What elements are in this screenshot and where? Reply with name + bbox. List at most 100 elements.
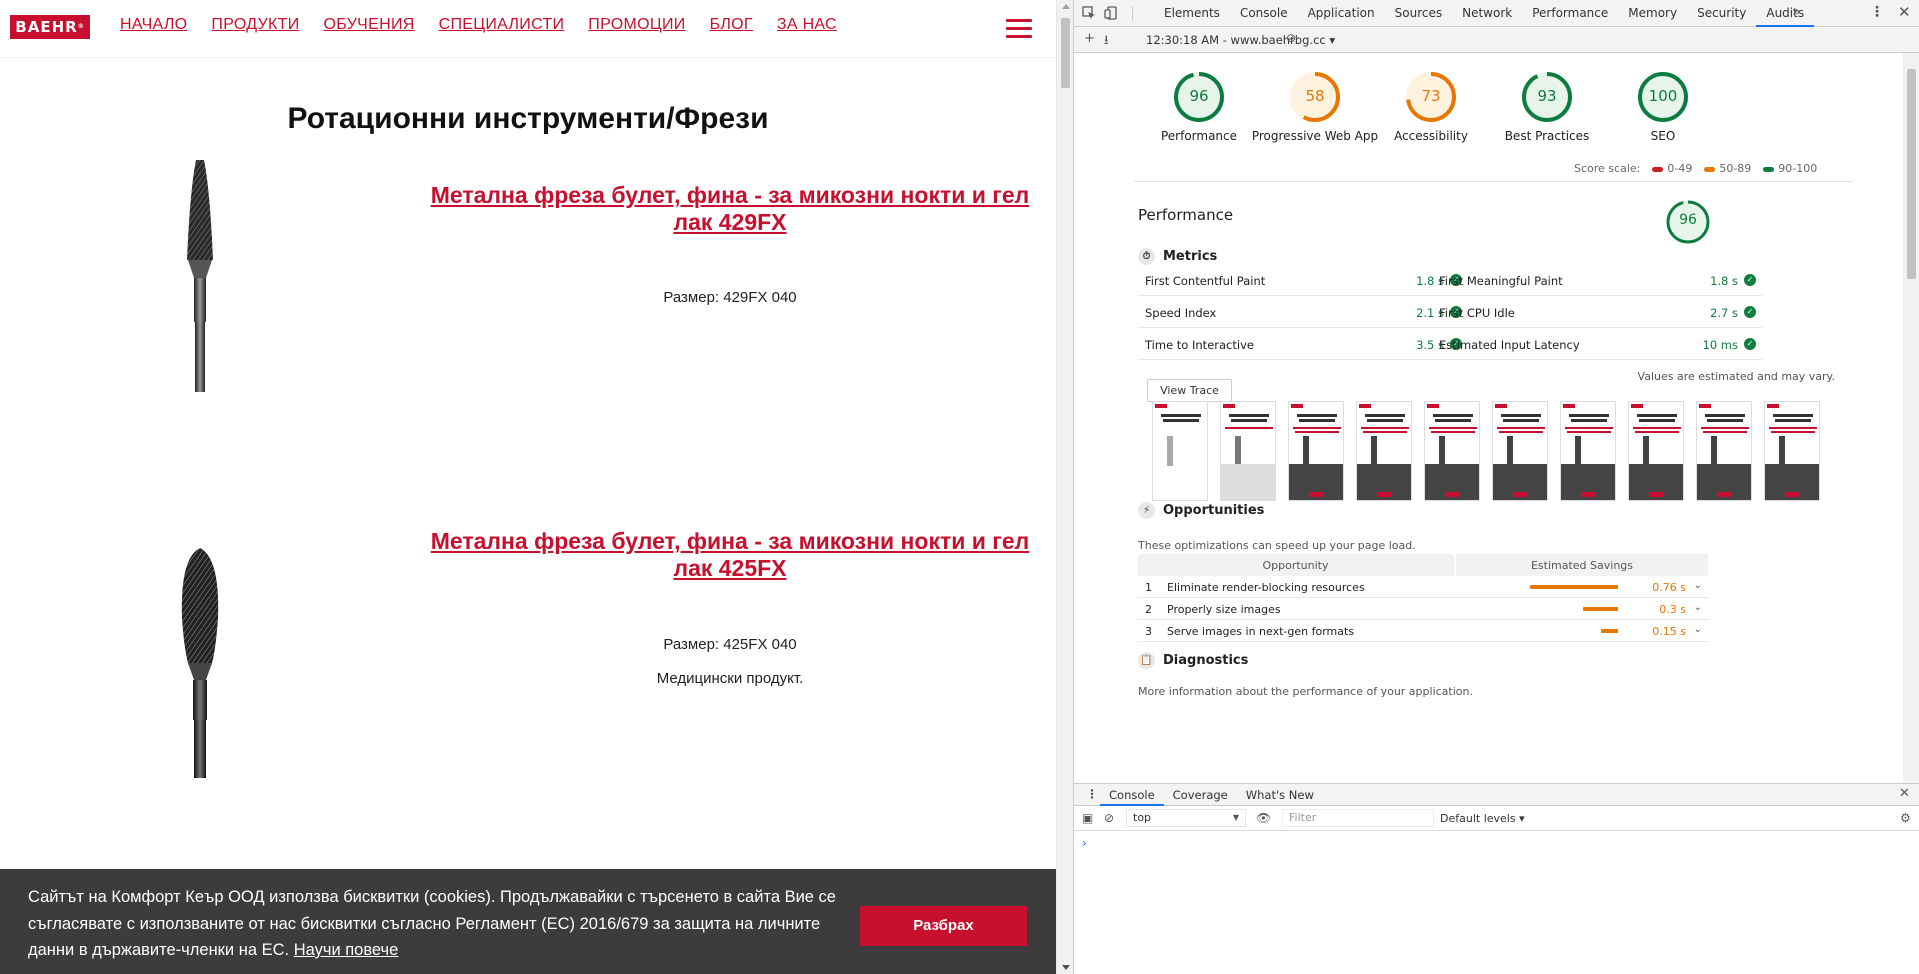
metric-tti: Time to Interactive 3.5 s ✓ [1138, 328, 1468, 360]
console-prompt[interactable]: › [1082, 836, 1087, 850]
product-link[interactable]: Метална фреза булет, фина - за микозни н… [410, 528, 1050, 582]
website-scrollbar[interactable] [1056, 0, 1073, 974]
tab-application[interactable]: Application [1298, 0, 1385, 27]
tab-performance[interactable]: Performance [1522, 0, 1618, 27]
devtools-panel: Elements Console Application Sources Net… [1073, 0, 1919, 974]
clear-audits-icon[interactable]: ⊘ [1286, 31, 1296, 45]
estimated-note: Values are estimated and may vary. [1637, 370, 1835, 383]
filmstrip-frame [1424, 401, 1480, 501]
filmstrip-frame [1696, 401, 1752, 501]
console-filter-input[interactable]: Filter [1282, 809, 1434, 827]
console-drawer: ⋮ Console Coverage What's New ✕ ▣ ⊘ top ▼… [1074, 783, 1919, 974]
view-trace-button[interactable]: View Trace [1147, 379, 1232, 402]
log-levels-dropdown[interactable]: Default levels ▾ [1440, 812, 1525, 825]
product-size: Размер: 429FX 040 [663, 289, 797, 306]
opportunity-row[interactable]: 3 Serve images in next-gen formats 0.15 … [1138, 620, 1708, 642]
metric-fmp: First Meaningful Paint 1.8 s ✓ [1432, 264, 1762, 296]
scale-range-red: 0-49 [1652, 162, 1692, 175]
filmstrip-frame [1152, 401, 1208, 501]
drawer-menu-icon[interactable]: ⋮ [1086, 787, 1098, 801]
device-toolbar-icon[interactable] [1104, 6, 1120, 20]
drawer-tab-whats-new[interactable]: What's New [1237, 784, 1323, 806]
tab-security[interactable]: Security [1687, 0, 1756, 27]
tab-sources[interactable]: Sources [1385, 0, 1452, 27]
more-tabs-icon[interactable]: » [1792, 4, 1801, 20]
pass-check-icon: ✓ [1744, 338, 1756, 350]
eye-icon[interactable]: 👁 [1256, 811, 1271, 825]
scrollbar-thumb[interactable] [1061, 18, 1070, 88]
context-selector[interactable]: top ▼ [1126, 809, 1246, 827]
new-audit-icon[interactable]: + [1084, 31, 1095, 46]
close-devtools-icon[interactable]: ✕ [1898, 3, 1911, 21]
bur-425fx-image[interactable] [170, 548, 230, 778]
clipboard-icon: 📋 [1138, 652, 1155, 669]
opportunities-table-header: Opportunity Estimated Savings [1138, 554, 1708, 576]
nav-home[interactable]: НАЧАЛО [120, 16, 187, 34]
nav-trainings[interactable]: ОБУЧЕНИЯ [324, 16, 415, 34]
opportunity-row[interactable]: 1 Eliminate render-blocking resources 0.… [1138, 576, 1708, 598]
tab-elements[interactable]: Elements [1154, 0, 1230, 27]
download-report-icon[interactable]: ⭳ [1104, 31, 1109, 53]
product-link[interactable]: Метална фреза булет, фина - за микозни н… [410, 182, 1050, 236]
filmstrip [1152, 401, 1820, 501]
gauge-performance[interactable]: 96 Performance [1134, 71, 1264, 143]
drawer-tab-coverage[interactable]: Coverage [1164, 784, 1237, 806]
bur-429fx-image[interactable] [170, 160, 230, 392]
audit-scrollbar[interactable] [1903, 53, 1919, 783]
score-scale-label: Score scale: [1574, 162, 1641, 175]
tab-memory[interactable]: Memory [1618, 0, 1687, 27]
gauge-label: Performance [1160, 129, 1238, 143]
pass-check-icon: ✓ [1744, 274, 1756, 286]
devtools-tabbar: Elements Console Application Sources Net… [1074, 0, 1919, 27]
gauge-label: SEO [1650, 129, 1676, 143]
scroll-up-icon[interactable] [1062, 4, 1070, 9]
product-medical-note: Медицински продукт. [656, 670, 804, 687]
tab-audits[interactable]: Audits [1756, 0, 1815, 27]
clear-console-icon[interactable]: ⊘ [1104, 811, 1114, 825]
baehr-logo[interactable]: BAEHR® [10, 15, 90, 39]
nav-products[interactable]: ПРОДУКТИ [211, 16, 299, 34]
nav-blog[interactable]: БЛОГ [710, 16, 753, 34]
close-drawer-icon[interactable]: ✕ [1899, 786, 1910, 801]
devtools-menu-icon[interactable]: ⋮ [1870, 4, 1884, 20]
hamburger-menu-icon[interactable] [1006, 19, 1032, 39]
cookie-accept-button[interactable]: Разбрах [860, 906, 1027, 946]
chevron-down-icon: ⌄ [1693, 624, 1702, 635]
gauge-pwa[interactable]: 58 Progressive Web App [1250, 71, 1380, 143]
stopwatch-icon: ⏱ [1138, 248, 1155, 265]
page-title: Ротационни инструменти/Фрези [287, 102, 769, 135]
gauge-seo[interactable]: 100 SEO [1598, 71, 1728, 143]
opportunity-row[interactable]: 2 Properly size images 0.3 s ⌄ [1138, 598, 1708, 620]
audits-toolbar: + ⭳ 12:30:18 AM - www.baehrbg.cc ▾ ⊘ [1074, 27, 1919, 53]
nav-about[interactable]: ЗА НАС [777, 16, 837, 34]
audit-report-selector[interactable]: 12:30:18 AM - www.baehrbg.cc ▾ [1146, 33, 1335, 47]
filmstrip-frame [1220, 401, 1276, 501]
gauge-accessibility[interactable]: 73 Accessibility [1366, 71, 1496, 143]
chevron-down-icon: ⌄ [1693, 580, 1702, 591]
tab-console[interactable]: Console [1230, 0, 1298, 27]
gauge-best-practices[interactable]: 93 Best Practices [1482, 71, 1612, 143]
drawer-tabbar: ⋮ Console Coverage What's New ✕ [1074, 784, 1919, 806]
performance-section: Performance 96 ⏱ Metrics First Contentfu… [1130, 182, 1854, 783]
filmstrip-frame [1560, 401, 1616, 501]
cookie-learn-more-link[interactable]: Научи повече [294, 941, 399, 959]
tab-network[interactable]: Network [1452, 0, 1522, 27]
console-settings-gear-icon[interactable]: ⚙ [1900, 811, 1911, 825]
sidebar-toggle-icon[interactable]: ▣ [1082, 811, 1093, 825]
product-size: Размер: 425FX 040 [663, 636, 797, 653]
gauge-label: Best Practices [1504, 129, 1590, 143]
pass-check-icon: ✓ [1744, 306, 1756, 318]
gauge-score: 96 [1189, 87, 1209, 105]
performance-score: 96 [1679, 212, 1697, 228]
gauge-score: 58 [1305, 87, 1325, 105]
scrollbar-thumb[interactable] [1907, 69, 1916, 279]
scroll-down-icon[interactable] [1062, 965, 1070, 970]
drawer-tab-console[interactable]: Console [1100, 784, 1164, 806]
filmstrip-frame [1356, 401, 1412, 501]
nav-specialists[interactable]: СПЕЦИАЛИСТИ [439, 16, 565, 34]
filmstrip-frame [1492, 401, 1548, 501]
console-toolbar: ▣ ⊘ top ▼ 👁 Filter Default levels ▾ ⚙ [1074, 806, 1919, 831]
filmstrip-frame [1764, 401, 1820, 501]
nav-promotions[interactable]: ПРОМОЦИИ [588, 16, 685, 34]
inspect-element-icon[interactable] [1082, 6, 1098, 20]
